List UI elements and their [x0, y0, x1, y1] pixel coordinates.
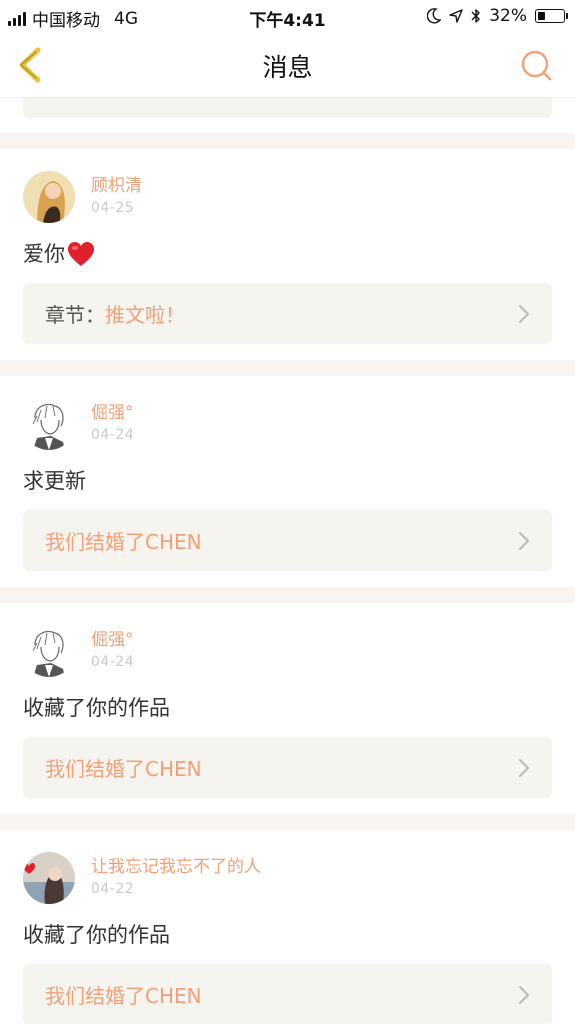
chevron-right-icon	[519, 305, 529, 323]
heart-icon	[68, 242, 94, 266]
message-text: 收藏了你的作品	[23, 696, 170, 720]
message-card-partial	[0, 98, 575, 133]
message-date: 04-24	[91, 654, 135, 670]
battery-level-fill	[538, 12, 545, 20]
bluetooth-icon	[471, 9, 480, 23]
username[interactable]: 顾枳清	[91, 175, 142, 197]
message-content: 收藏了你的作品	[23, 689, 552, 727]
chapter-link-partial[interactable]	[23, 98, 552, 118]
avatar[interactable]	[23, 398, 75, 450]
moon-icon	[427, 8, 442, 24]
avatar[interactable]	[23, 852, 75, 904]
message-date: 04-22	[91, 881, 135, 897]
battery-icon	[535, 9, 568, 23]
chapter-title: 我们结婚了CHEN	[45, 984, 202, 1008]
search-icon[interactable]	[519, 48, 553, 82]
message-date: 04-25	[91, 200, 135, 216]
chevron-right-icon	[519, 759, 529, 777]
chevron-right-icon	[519, 532, 529, 550]
avatar[interactable]	[23, 625, 75, 677]
message-card: 顾枳清 04-25 爱你 章节： 推文啦！	[0, 149, 575, 360]
nav-bar: 消息	[0, 34, 575, 98]
username[interactable]: 倔强°	[91, 402, 134, 424]
message-card: 让我忘记我忘不了的人 04-22 收藏了你的作品 我们结婚了CHEN	[0, 830, 575, 1024]
chapter-title: 我们结婚了CHEN	[45, 757, 202, 781]
chapter-link[interactable]: 我们结婚了CHEN	[23, 510, 552, 571]
chapter-title: 我们结婚了CHEN	[45, 530, 202, 554]
chevron-right-icon	[519, 986, 529, 1004]
chapter-title: 推文啦！	[105, 303, 185, 327]
message-content: 求更新	[23, 462, 552, 500]
chapter-prefix: 章节：	[45, 303, 105, 327]
username[interactable]: 倔强°	[91, 629, 134, 651]
message-text: 爱你	[23, 242, 65, 266]
page-title: 消息	[262, 53, 313, 82]
status-bar: 中国移动 4G 下午4:41 32%	[0, 0, 575, 34]
message-content: 爱你	[23, 235, 552, 273]
message-card: 倔强° 04-24 求更新 我们结婚了CHEN	[0, 376, 575, 587]
message-text: 求更新	[23, 469, 86, 493]
message-text: 收藏了你的作品	[23, 923, 170, 947]
chapter-link[interactable]: 我们结婚了CHEN	[23, 737, 552, 798]
username[interactable]: 让我忘记我忘不了的人	[91, 856, 261, 878]
avatar[interactable]	[23, 171, 75, 223]
battery-percent: 32%	[489, 6, 527, 26]
message-content: 收藏了你的作品	[23, 916, 552, 954]
message-date: 04-24	[91, 427, 135, 443]
chapter-link[interactable]: 我们结婚了CHEN	[23, 964, 552, 1024]
messages-screen: 中国移动 4G 下午4:41 32% 消息 顾枳清 04-25 爱你 章节： 推…	[0, 0, 575, 1024]
chapter-link[interactable]: 章节： 推文啦！	[23, 283, 552, 344]
status-right: 32%	[427, 6, 568, 26]
message-card: 倔强° 04-24 收藏了你的作品 我们结婚了CHEN	[0, 603, 575, 814]
location-arrow-icon	[449, 9, 463, 23]
message-list: 顾枳清 04-25 爱你 章节： 推文啦！ 倔强° 04-24 求更新 我们结婚…	[0, 98, 575, 1024]
